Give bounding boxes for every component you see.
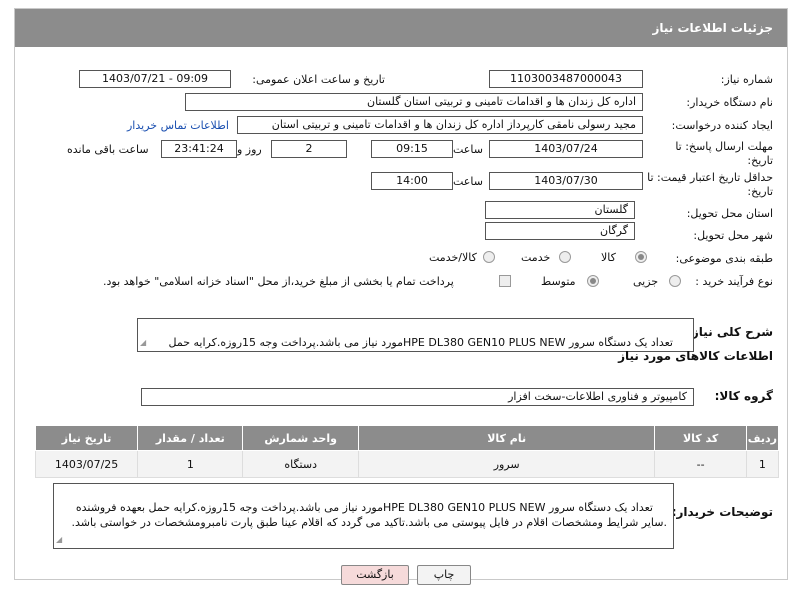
process-radio-minor[interactable]	[669, 275, 681, 287]
back-button[interactable]: بازگشت	[341, 565, 409, 585]
description-label: شرح کلی نیاز:	[687, 325, 773, 339]
category-radio-goods[interactable]	[635, 251, 647, 263]
col-row-number: ردیف	[745, 425, 780, 451]
city-field: گرگان	[485, 222, 635, 240]
validity-hour-label: ساعت	[453, 175, 483, 188]
category-option-goods: کالا	[601, 251, 616, 264]
days-label: روز و	[237, 143, 262, 156]
description-text: تعداد یک دستگاه سرور HPE DL380 GEN10 PLU…	[168, 336, 673, 349]
process-option-minor: جزیی	[633, 275, 659, 288]
col-need-date: تاریخ نیاز	[34, 425, 139, 451]
validity-label: حداقل تاریخ اعتبار قیمت: تا تاریخ:	[647, 171, 773, 198]
category-radio-service[interactable]	[559, 251, 571, 263]
days-field: 2	[271, 140, 347, 158]
deadline-date-field: 1403/07/24	[489, 140, 643, 158]
buyer-label: نام دستگاه خریدار:	[686, 96, 773, 109]
treasury-payment-note: پرداخت تمام یا بخشی از مبلغ خرید،از محل …	[103, 275, 454, 288]
announce-label: تاریخ و ساعت اعلان عمومی:	[252, 73, 385, 86]
need-number-field: 1103003487000043	[489, 70, 643, 88]
buyer-contact-link[interactable]: اطلاعات تماس خریدار	[127, 119, 229, 132]
panel-header: جزئیات اطلاعات نیاز	[15, 9, 787, 47]
buyer-field: اداره کل زندان ها و اقدامات تامینی و ترب…	[185, 93, 643, 111]
deadline-time-field: 09:15	[371, 140, 453, 158]
resize-grip-icon[interactable]: ◢	[56, 532, 62, 547]
table-row: 1 -- سرور دستگاه 1 1403/07/25	[34, 450, 780, 478]
treasury-payment-checkbox[interactable]	[499, 275, 511, 287]
creator-field: مجید رسولی نامقی کارپرداز اداره کل زندان…	[237, 116, 643, 134]
category-option-service: خدمت	[521, 251, 551, 264]
resize-grip-icon[interactable]: ◢	[140, 335, 146, 350]
panel-title: جزئیات اطلاعات نیاز	[652, 21, 773, 35]
goods-table-header-row: ردیف کد کالا نام کالا واحد شمارش تعداد /…	[34, 425, 780, 451]
buyer-notes-label: توضیحات خریدار:	[671, 505, 773, 519]
validity-date-field: 1403/07/30	[489, 172, 643, 190]
details-panel: جزئیات اطلاعات نیاز شماره نیاز: 11030034…	[14, 8, 788, 585]
deadline-label: مهلت ارسال پاسخ: تا تاریخ:	[675, 140, 773, 167]
province-label: استان محل تحویل:	[686, 207, 773, 220]
province-field: گلستان	[485, 201, 635, 219]
cell-unit: دستگاه	[242, 450, 359, 478]
cell-quantity: 1	[137, 450, 244, 478]
col-item-name: نام کالا	[357, 425, 656, 451]
cell-item-name: سرور	[357, 450, 656, 478]
creator-label: ایجاد کننده درخواست:	[671, 119, 773, 132]
announce-field: 1403/07/21 - 09:09	[79, 70, 231, 88]
category-option-goods-service: کالا/خدمت	[429, 251, 477, 264]
process-label: نوع فرآیند خرید :	[695, 275, 773, 288]
print-button[interactable]: چاپ	[417, 565, 471, 585]
deadline-hour-label: ساعت	[453, 143, 483, 156]
remaining-time-field: 23:41:24	[161, 140, 237, 158]
goods-section-title: اطلاعات کالاهای مورد نیاز	[618, 349, 773, 363]
buyer-notes-text: تعداد یک دستگاه سرور HPE DL380 GEN10 PLU…	[71, 501, 668, 529]
need-number-label: شماره نیاز:	[720, 73, 773, 86]
description-textarea: تعداد یک دستگاه سرور HPE DL380 GEN10 PLU…	[137, 318, 694, 352]
goods-table: ردیف کد کالا نام کالا واحد شمارش تعداد /…	[34, 425, 780, 478]
process-option-medium: متوسط	[541, 275, 576, 288]
col-quantity: تعداد / مقدار	[137, 425, 244, 451]
col-item-code: کد کالا	[654, 425, 747, 451]
category-label: طبقه بندی موضوعی:	[675, 252, 773, 265]
category-radio-goods-service[interactable]	[483, 251, 495, 263]
cell-item-code: --	[654, 450, 747, 478]
validity-time-field: 14:00	[371, 172, 453, 190]
col-unit: واحد شمارش	[242, 425, 359, 451]
remaining-label: ساعت باقی مانده	[67, 143, 149, 156]
process-radio-medium[interactable]	[587, 275, 599, 287]
goods-group-field: کامپیوتر و فناوری اطلاعات-سخت افزار	[141, 388, 694, 406]
cell-need-date: 1403/07/25	[34, 450, 139, 478]
cell-row-number: 1	[745, 450, 780, 478]
city-label: شهر محل تحویل:	[693, 229, 773, 242]
goods-group-label: گروه کالا:	[714, 389, 773, 403]
buyer-notes-textarea: تعداد یک دستگاه سرور HPE DL380 GEN10 PLU…	[53, 483, 674, 549]
